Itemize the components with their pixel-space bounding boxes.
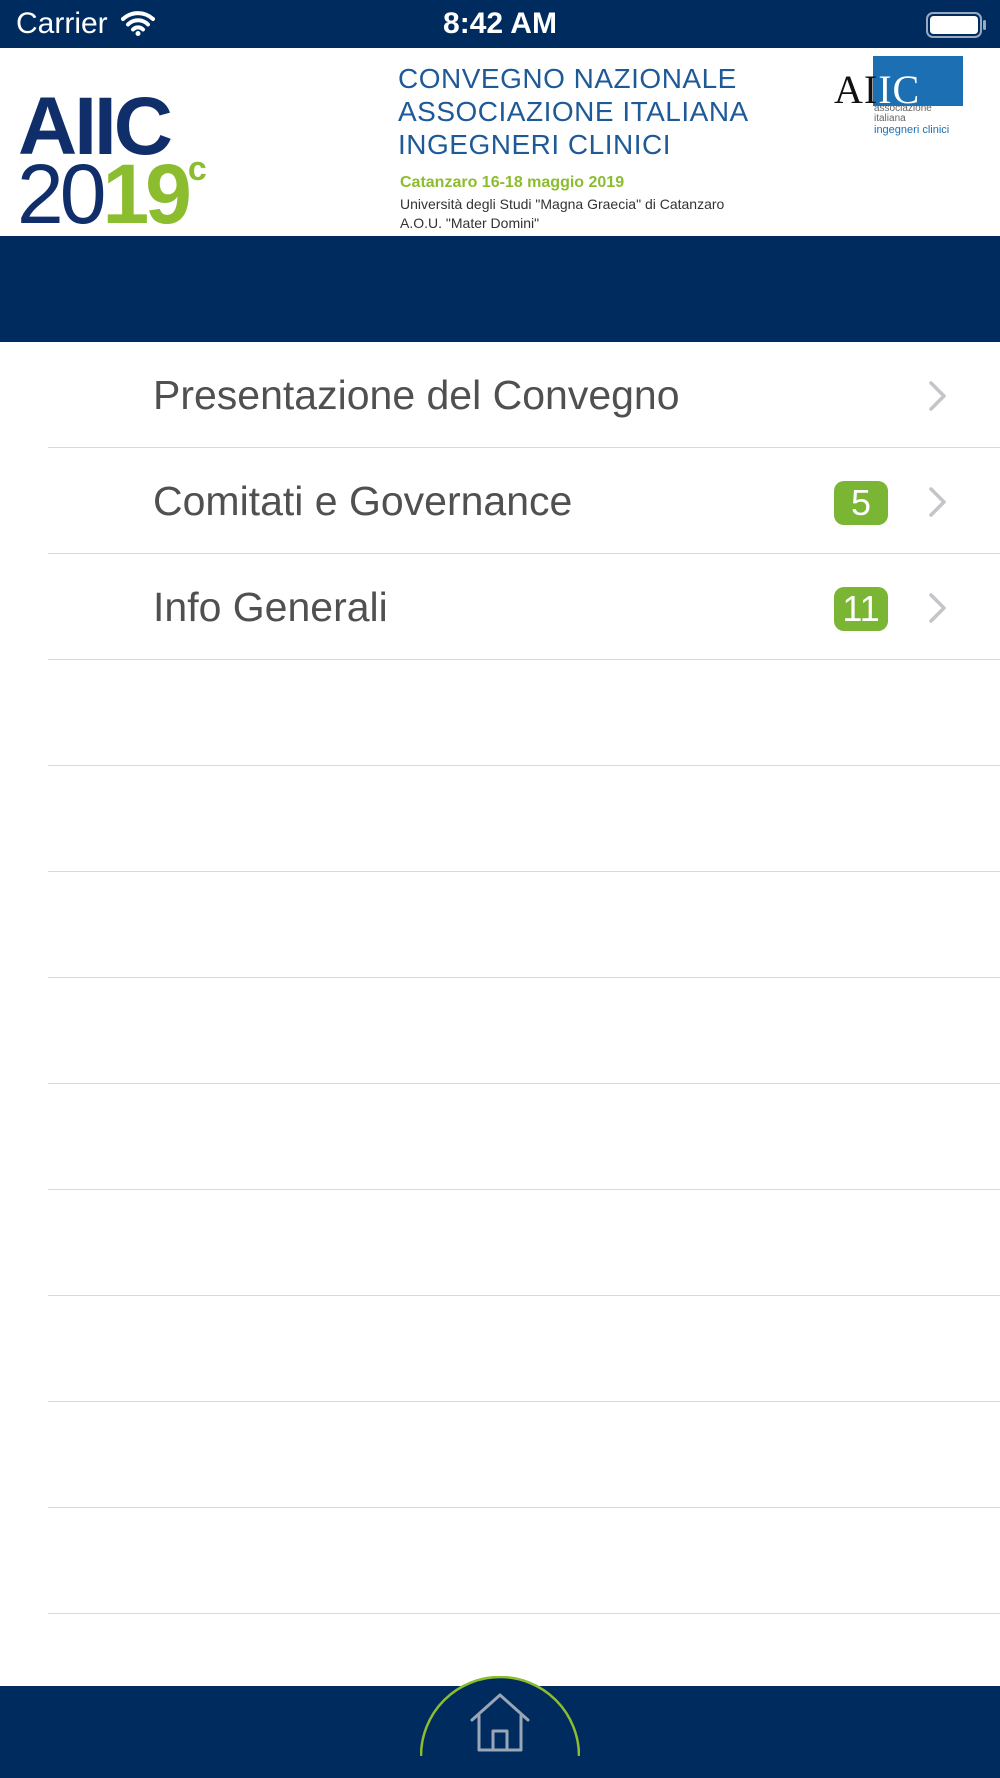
row-separator: [48, 1613, 1000, 1614]
event-logo-year-navy: 20: [17, 147, 106, 241]
event-logo-year-green: 19: [102, 147, 191, 241]
banner-venue-university: Università degli Studi "Magna Graecia" d…: [400, 196, 725, 212]
menu-item-label: Comitati e Governance: [153, 478, 573, 524]
menu-item-presentazione[interactable]: Presentazione del Convegno: [0, 342, 1000, 448]
chevron-right-icon: [929, 487, 946, 517]
menu-item-label: Presentazione del Convegno: [153, 372, 680, 418]
count-badge: 5: [834, 481, 888, 525]
count-badge: 11: [834, 587, 888, 631]
empty-row: [0, 1508, 1000, 1614]
banner-title: CONVEGNO NAZIONALE ASSOCIAZIONE ITALIANA…: [398, 62, 749, 161]
menu-list: Presentazione del Convegno Comitati e Go…: [0, 342, 1000, 1614]
status-bar: Carrier 8:42 AM: [0, 0, 1000, 48]
battery-icon: [926, 12, 986, 38]
menu-item-label: Info Generali: [153, 584, 388, 630]
empty-row: [0, 978, 1000, 1084]
conference-banner: AIIC 2019c CONVEGNO NAZIONALE ASSOCIAZIO…: [0, 48, 1000, 236]
partner-logo-left: AI: [834, 67, 879, 112]
banner-venue-hospital: A.O.U. "Mater Domini": [400, 215, 540, 231]
empty-row: [0, 872, 1000, 978]
menu-item-info-generali[interactable]: Info Generali 11: [0, 554, 1000, 660]
status-time: 8:42 AM: [443, 7, 557, 40]
banner-title-line: ASSOCIAZIONE ITALIANA: [398, 96, 749, 127]
banner-title-line: INGEGNERI CLINICI: [398, 129, 671, 160]
event-logo-year-mark: c: [187, 150, 207, 188]
partner-subtitle: italiana: [874, 113, 906, 124]
chevron-right-icon: [929, 593, 946, 623]
empty-row: [0, 766, 1000, 872]
menu-item-comitati[interactable]: Comitati e Governance 5: [0, 448, 1000, 554]
empty-row: [0, 1402, 1000, 1508]
home-button[interactable]: [420, 1676, 580, 1778]
event-logo-year: 2019c: [17, 150, 207, 236]
empty-row: [0, 1296, 1000, 1402]
chevron-right-icon: [929, 381, 946, 411]
banner-dates: Catanzaro 16-18 maggio 2019: [400, 174, 625, 191]
navigation-bar: [0, 236, 1000, 342]
empty-row: [0, 1084, 1000, 1190]
partner-subtitle-highlight: ingegneri clinici: [874, 124, 950, 136]
empty-row: [0, 1190, 1000, 1296]
banner-title-line: CONVEGNO NAZIONALE: [398, 63, 737, 94]
empty-row: [0, 660, 1000, 766]
